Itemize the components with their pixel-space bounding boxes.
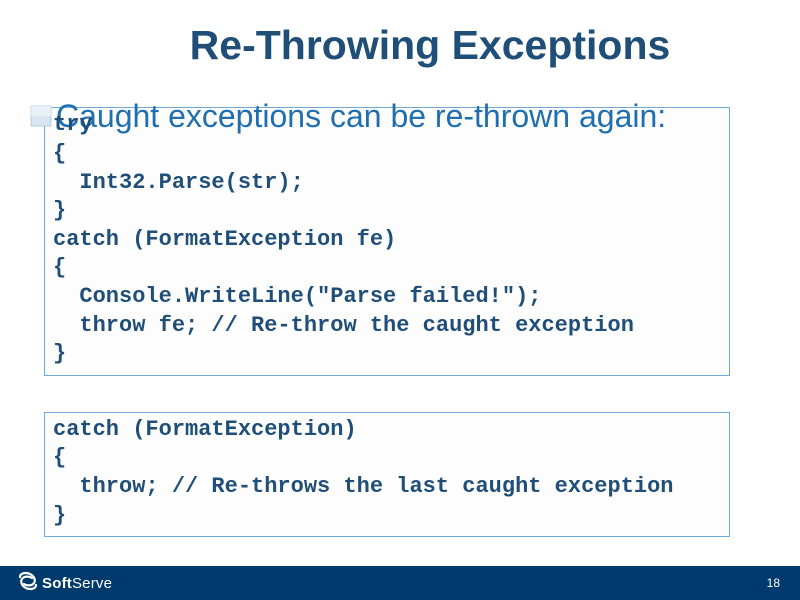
square-bullet-icon: [30, 105, 52, 127]
page-number: 18: [767, 576, 780, 590]
brand-swirl-icon: [16, 569, 40, 598]
bullet-text: Caught exceptions can be re-thrown again…: [56, 97, 666, 135]
code-block-2: catch (FormatException) { throw; // Re-t…: [44, 412, 730, 537]
brand-name: SoftServe: [42, 575, 112, 592]
code-text-1: try { Int32.Parse(str); } catch (FormatE…: [53, 111, 721, 368]
footer-bar: SoftServe 18: [0, 566, 800, 600]
code-block-1: try { Int32.Parse(str); } catch (FormatE…: [44, 107, 730, 375]
slide-title: Re-Throwing Exceptions: [0, 0, 800, 69]
brand-logo: SoftServe: [16, 569, 112, 598]
code-text-2: catch (FormatException) { throw; // Re-t…: [53, 416, 721, 530]
